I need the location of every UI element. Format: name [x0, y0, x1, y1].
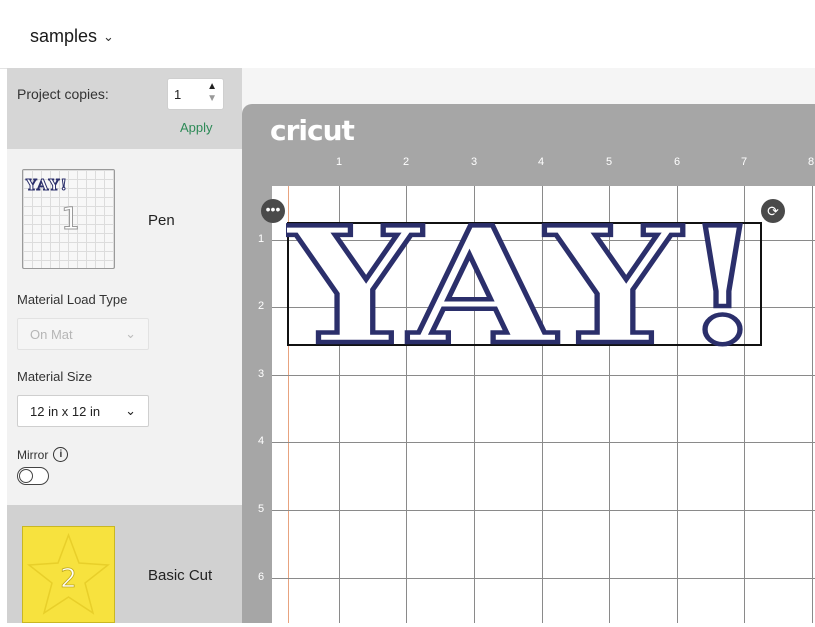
mirror-label-row: Mirror i [17, 447, 69, 462]
project-title-dropdown[interactable]: samples ⌄ [30, 26, 114, 47]
ruler-y-label: 6 [258, 571, 265, 583]
apply-button[interactable]: Apply [180, 120, 213, 135]
mat-thumbnail[interactable]: YAY! 1 [22, 169, 115, 269]
more-options-icon[interactable]: ••• [261, 199, 285, 223]
chevron-down-icon: ⌄ [125, 403, 136, 418]
increment-icon[interactable]: ▲ [207, 81, 217, 92]
ruler-x-label: 4 [538, 156, 545, 168]
rotate-icon[interactable]: ⟳ [761, 199, 785, 223]
ruler-x-label: 2 [403, 156, 410, 168]
material-size-label: Material Size [17, 369, 93, 384]
project-copies-section: Project copies: 1 ▲ ▼ Apply [7, 68, 242, 149]
material-size-select[interactable]: 12 in x 12 in ⌄ [17, 395, 149, 427]
ruler-x-label: 6 [674, 156, 681, 168]
design-text: YAY! [286, 218, 764, 348]
project-copies-stepper[interactable]: 1 ▲ ▼ [167, 78, 224, 110]
mirror-toggle[interactable] [17, 467, 49, 485]
thumbnail-design-text: YAY! [26, 176, 68, 195]
ruler-x-label: 5 [606, 156, 613, 168]
ruler-x-label: 3 [471, 156, 478, 168]
info-icon[interactable]: i [53, 447, 69, 462]
decrement-icon[interactable]: ▼ [207, 93, 217, 104]
grid-line [272, 375, 815, 376]
toggle-knob [19, 469, 33, 483]
mat-number: 2 [60, 564, 77, 594]
ruler-y-label: 5 [258, 503, 265, 515]
ruler-y-label: 1 [258, 233, 265, 245]
chevron-down-icon: ⌄ [103, 28, 114, 44]
material-load-type-value: On Mat [30, 327, 73, 342]
mat-name: Pen [148, 212, 175, 229]
project-copies-value[interactable]: 1 [174, 87, 181, 102]
ruler-y-label: 4 [258, 435, 265, 447]
ruler-x-label: 7 [741, 156, 748, 168]
mat-number: 1 [60, 202, 81, 238]
mat-panel: Project copies: 1 ▲ ▼ Apply YAY! 1 Pen M… [7, 68, 242, 623]
cutting-mat: cricut 1 2 3 4 5 6 7 8 1 2 3 4 5 6 YAY! … [242, 104, 815, 623]
project-title: samples [30, 26, 98, 46]
design-yay[interactable]: YAY! [286, 218, 766, 348]
material-load-type-label: Material Load Type [17, 292, 128, 307]
mat-preview-canvas: cricut 1 2 3 4 5 6 7 8 1 2 3 4 5 6 YAY! … [242, 68, 815, 623]
chevron-down-icon: ⌄ [125, 326, 136, 341]
mat-item-pen[interactable]: YAY! 1 Pen Material Load Type On Mat ⌄ M… [7, 149, 242, 505]
grid-line [272, 578, 815, 579]
ruler-x-label: 8 [808, 156, 815, 168]
ruler-y-label: 2 [258, 300, 265, 312]
mat-name: Basic Cut [148, 567, 213, 584]
grid-line [812, 186, 813, 623]
project-copies-label: Project copies: [17, 86, 109, 102]
grid-line [272, 442, 815, 443]
mat-item-basic-cut[interactable]: 2 Basic Cut [7, 505, 242, 623]
mat-thumbnail[interactable]: 2 [22, 526, 115, 623]
ruler-x-label: 1 [336, 156, 343, 168]
ruler-y-label: 3 [258, 368, 265, 380]
mirror-label: Mirror [17, 447, 49, 462]
brand-logo: cricut [270, 114, 355, 147]
material-load-type-select: On Mat ⌄ [17, 318, 149, 350]
grid-line [272, 510, 815, 511]
top-bar: samples ⌄ [0, 0, 815, 69]
material-size-value: 12 in x 12 in [30, 404, 101, 419]
star-shape-icon: 2 [26, 532, 111, 615]
